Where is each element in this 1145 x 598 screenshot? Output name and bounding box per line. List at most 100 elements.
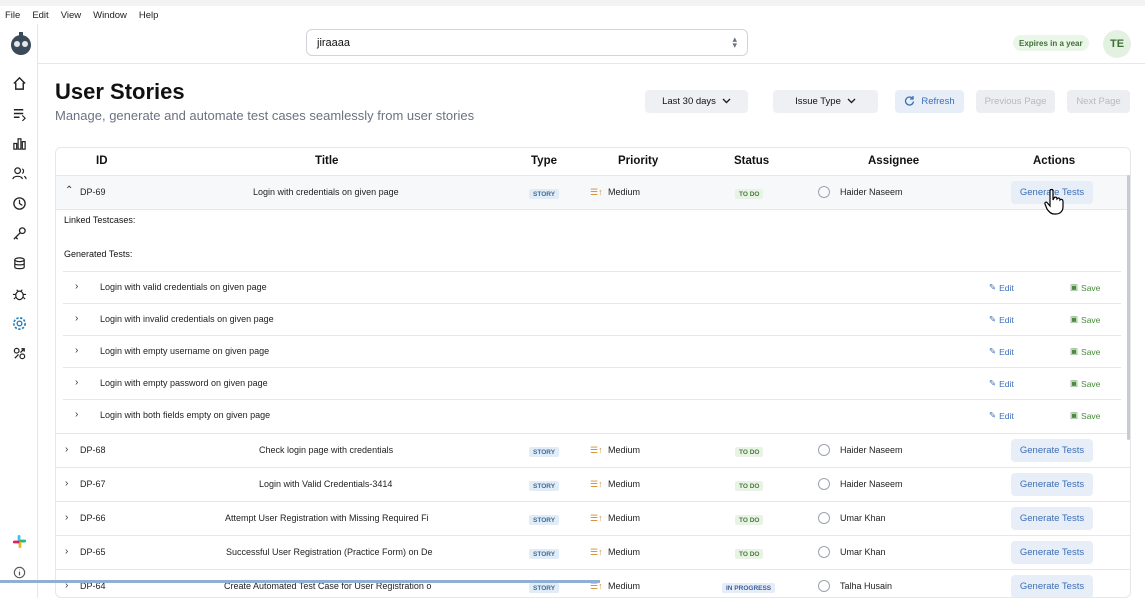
- save-test-button[interactable]: ▣ Save: [1070, 346, 1100, 357]
- date-range-dropdown[interactable]: Last 30 days: [645, 90, 748, 113]
- chevron-right-icon[interactable]: ›: [65, 512, 68, 523]
- save-label: Save: [1081, 378, 1101, 389]
- edit-test-button[interactable]: ✎ Edit: [989, 282, 1014, 293]
- integration-icon[interactable]: [11, 345, 27, 361]
- table-header: ID Title Type Priority Status Assignee A…: [56, 148, 1130, 176]
- test-title: Login with both fields empty on given pa…: [100, 410, 271, 420]
- generated-test-row[interactable]: › Login with empty username on given pag…: [63, 335, 1121, 367]
- settings-icon[interactable]: [11, 315, 27, 331]
- row-assignee: Talha Husain: [840, 581, 893, 591]
- generate-tests-button[interactable]: Generate Tests: [1011, 507, 1093, 530]
- type-badge: STORY: [529, 447, 560, 457]
- info-icon[interactable]: [11, 564, 27, 580]
- linked-testcases-label: Linked Testcases:: [64, 215, 136, 225]
- save-test-button[interactable]: ▣ Save: [1070, 378, 1100, 389]
- edit-test-button[interactable]: ✎ Edit: [989, 410, 1014, 421]
- generate-tests-button[interactable]: Generate Tests: [1011, 439, 1093, 462]
- generate-tests-button[interactable]: Generate Tests: [1011, 473, 1093, 496]
- table-row-expanded[interactable]: ⌃ DP-69 Login with credentials on given …: [56, 176, 1130, 210]
- table-row[interactable]: › DP-66 Attempt User Registration with M…: [56, 502, 1130, 536]
- menu-view[interactable]: View: [61, 10, 81, 21]
- generated-test-row[interactable]: › Login with empty password on given pag…: [63, 367, 1121, 399]
- menu-window[interactable]: Window: [93, 10, 127, 21]
- save-test-button[interactable]: ▣ Save: [1070, 314, 1100, 325]
- edit-label: Edit: [999, 282, 1014, 293]
- chevron-right-icon[interactable]: ›: [75, 409, 78, 420]
- test-title: Login with empty password on given page: [100, 378, 268, 388]
- table-row[interactable]: › DP-67 Login with Valid Credentials-341…: [56, 468, 1130, 502]
- table-scrollbar[interactable]: [1127, 175, 1130, 440]
- next-page-button[interactable]: Next Page: [1067, 90, 1130, 113]
- row-priority: Medium: [608, 547, 641, 557]
- home-icon[interactable]: [11, 75, 27, 91]
- chevron-right-icon[interactable]: ›: [75, 281, 78, 292]
- bug-icon[interactable]: [11, 285, 27, 301]
- row-id: DP-65: [80, 547, 106, 557]
- database-icon[interactable]: [11, 255, 27, 271]
- generate-tests-button[interactable]: Generate Tests: [1011, 541, 1093, 564]
- generated-test-row[interactable]: › Login with invalid credentials on give…: [63, 303, 1121, 335]
- test-title: Login with invalid credentials on given …: [100, 314, 274, 324]
- menu-file[interactable]: File: [5, 10, 20, 21]
- table-row[interactable]: › DP-64 Create Automated Test Case for U…: [56, 570, 1130, 597]
- type-badge: STORY: [529, 549, 560, 559]
- pencil-icon: ✎: [989, 282, 997, 292]
- menu-edit[interactable]: Edit: [32, 10, 48, 21]
- chevron-up-icon[interactable]: ⌃: [65, 185, 73, 196]
- previous-page-button[interactable]: Previous Page: [976, 90, 1055, 113]
- user-avatar[interactable]: TE: [1103, 30, 1131, 58]
- chevron-down-icon: [722, 96, 731, 107]
- table-row[interactable]: › DP-68 Check login page with credential…: [56, 434, 1130, 468]
- row-priority: Medium: [608, 581, 641, 591]
- menu-help[interactable]: Help: [139, 10, 159, 21]
- edit-test-button[interactable]: ✎ Edit: [989, 378, 1014, 389]
- app-logo-icon[interactable]: [9, 30, 33, 56]
- edit-label: Edit: [999, 314, 1014, 325]
- status-badge: TO DO: [735, 481, 764, 491]
- row-id: DP-66: [80, 513, 106, 523]
- header-assignee: Assignee: [868, 155, 920, 167]
- user-stories-table: ID Title Type Priority Status Assignee A…: [55, 147, 1131, 598]
- header-priority: Priority: [618, 155, 659, 167]
- list-icon[interactable]: [11, 105, 27, 121]
- chevron-right-icon[interactable]: ›: [65, 546, 68, 557]
- header-id: ID: [96, 155, 108, 167]
- save-label: Save: [1081, 346, 1101, 357]
- chevron-right-icon[interactable]: ›: [65, 478, 68, 489]
- save-test-button[interactable]: ▣ Save: [1070, 410, 1100, 421]
- row-priority: Medium: [608, 445, 641, 455]
- generate-tests-button[interactable]: Generate Tests: [1011, 575, 1093, 597]
- save-test-button[interactable]: ▣ Save: [1070, 282, 1100, 293]
- table-row[interactable]: › DP-65 Successful User Registration (Pr…: [56, 536, 1130, 570]
- chart-icon[interactable]: [11, 135, 27, 151]
- edit-test-button[interactable]: ✎ Edit: [989, 314, 1014, 325]
- status-badge: TO DO: [735, 189, 764, 199]
- chevron-right-icon[interactable]: ›: [65, 444, 68, 455]
- generated-test-row[interactable]: › Login with both fields empty on given …: [63, 399, 1121, 431]
- user-icon: [818, 580, 830, 592]
- top-bar: jiraaaa ▴ ▾ Expires in a year TE: [38, 24, 1145, 64]
- row-id: DP-67: [80, 479, 106, 489]
- status-badge: IN PROGRESS: [722, 583, 776, 593]
- refresh-button[interactable]: Refresh: [895, 90, 964, 113]
- generated-test-row[interactable]: › Login with valid credentials on given …: [63, 271, 1121, 303]
- chevron-right-icon[interactable]: ›: [75, 345, 78, 356]
- save-icon: ▣: [1070, 410, 1079, 420]
- key-icon[interactable]: [11, 225, 27, 241]
- slack-icon[interactable]: [11, 533, 27, 549]
- clock-icon[interactable]: [11, 195, 27, 211]
- generated-tests-label: Generated Tests:: [64, 249, 133, 259]
- priority-medium-icon: ☰↑: [590, 445, 603, 455]
- row-priority: Medium: [608, 187, 641, 197]
- refresh-icon: [904, 95, 915, 109]
- issue-type-dropdown[interactable]: Issue Type: [773, 90, 878, 113]
- chevron-right-icon[interactable]: ›: [75, 313, 78, 324]
- chevron-right-icon[interactable]: ›: [75, 377, 78, 388]
- edit-test-button[interactable]: ✎ Edit: [989, 346, 1014, 357]
- refresh-label: Refresh: [921, 96, 955, 107]
- users-icon[interactable]: [11, 165, 27, 181]
- row-title: Check login page with credentials: [259, 445, 394, 455]
- project-select[interactable]: jiraaaa ▴ ▾: [306, 29, 748, 56]
- priority-medium-icon: ☰↑: [590, 187, 603, 197]
- save-label: Save: [1081, 410, 1101, 421]
